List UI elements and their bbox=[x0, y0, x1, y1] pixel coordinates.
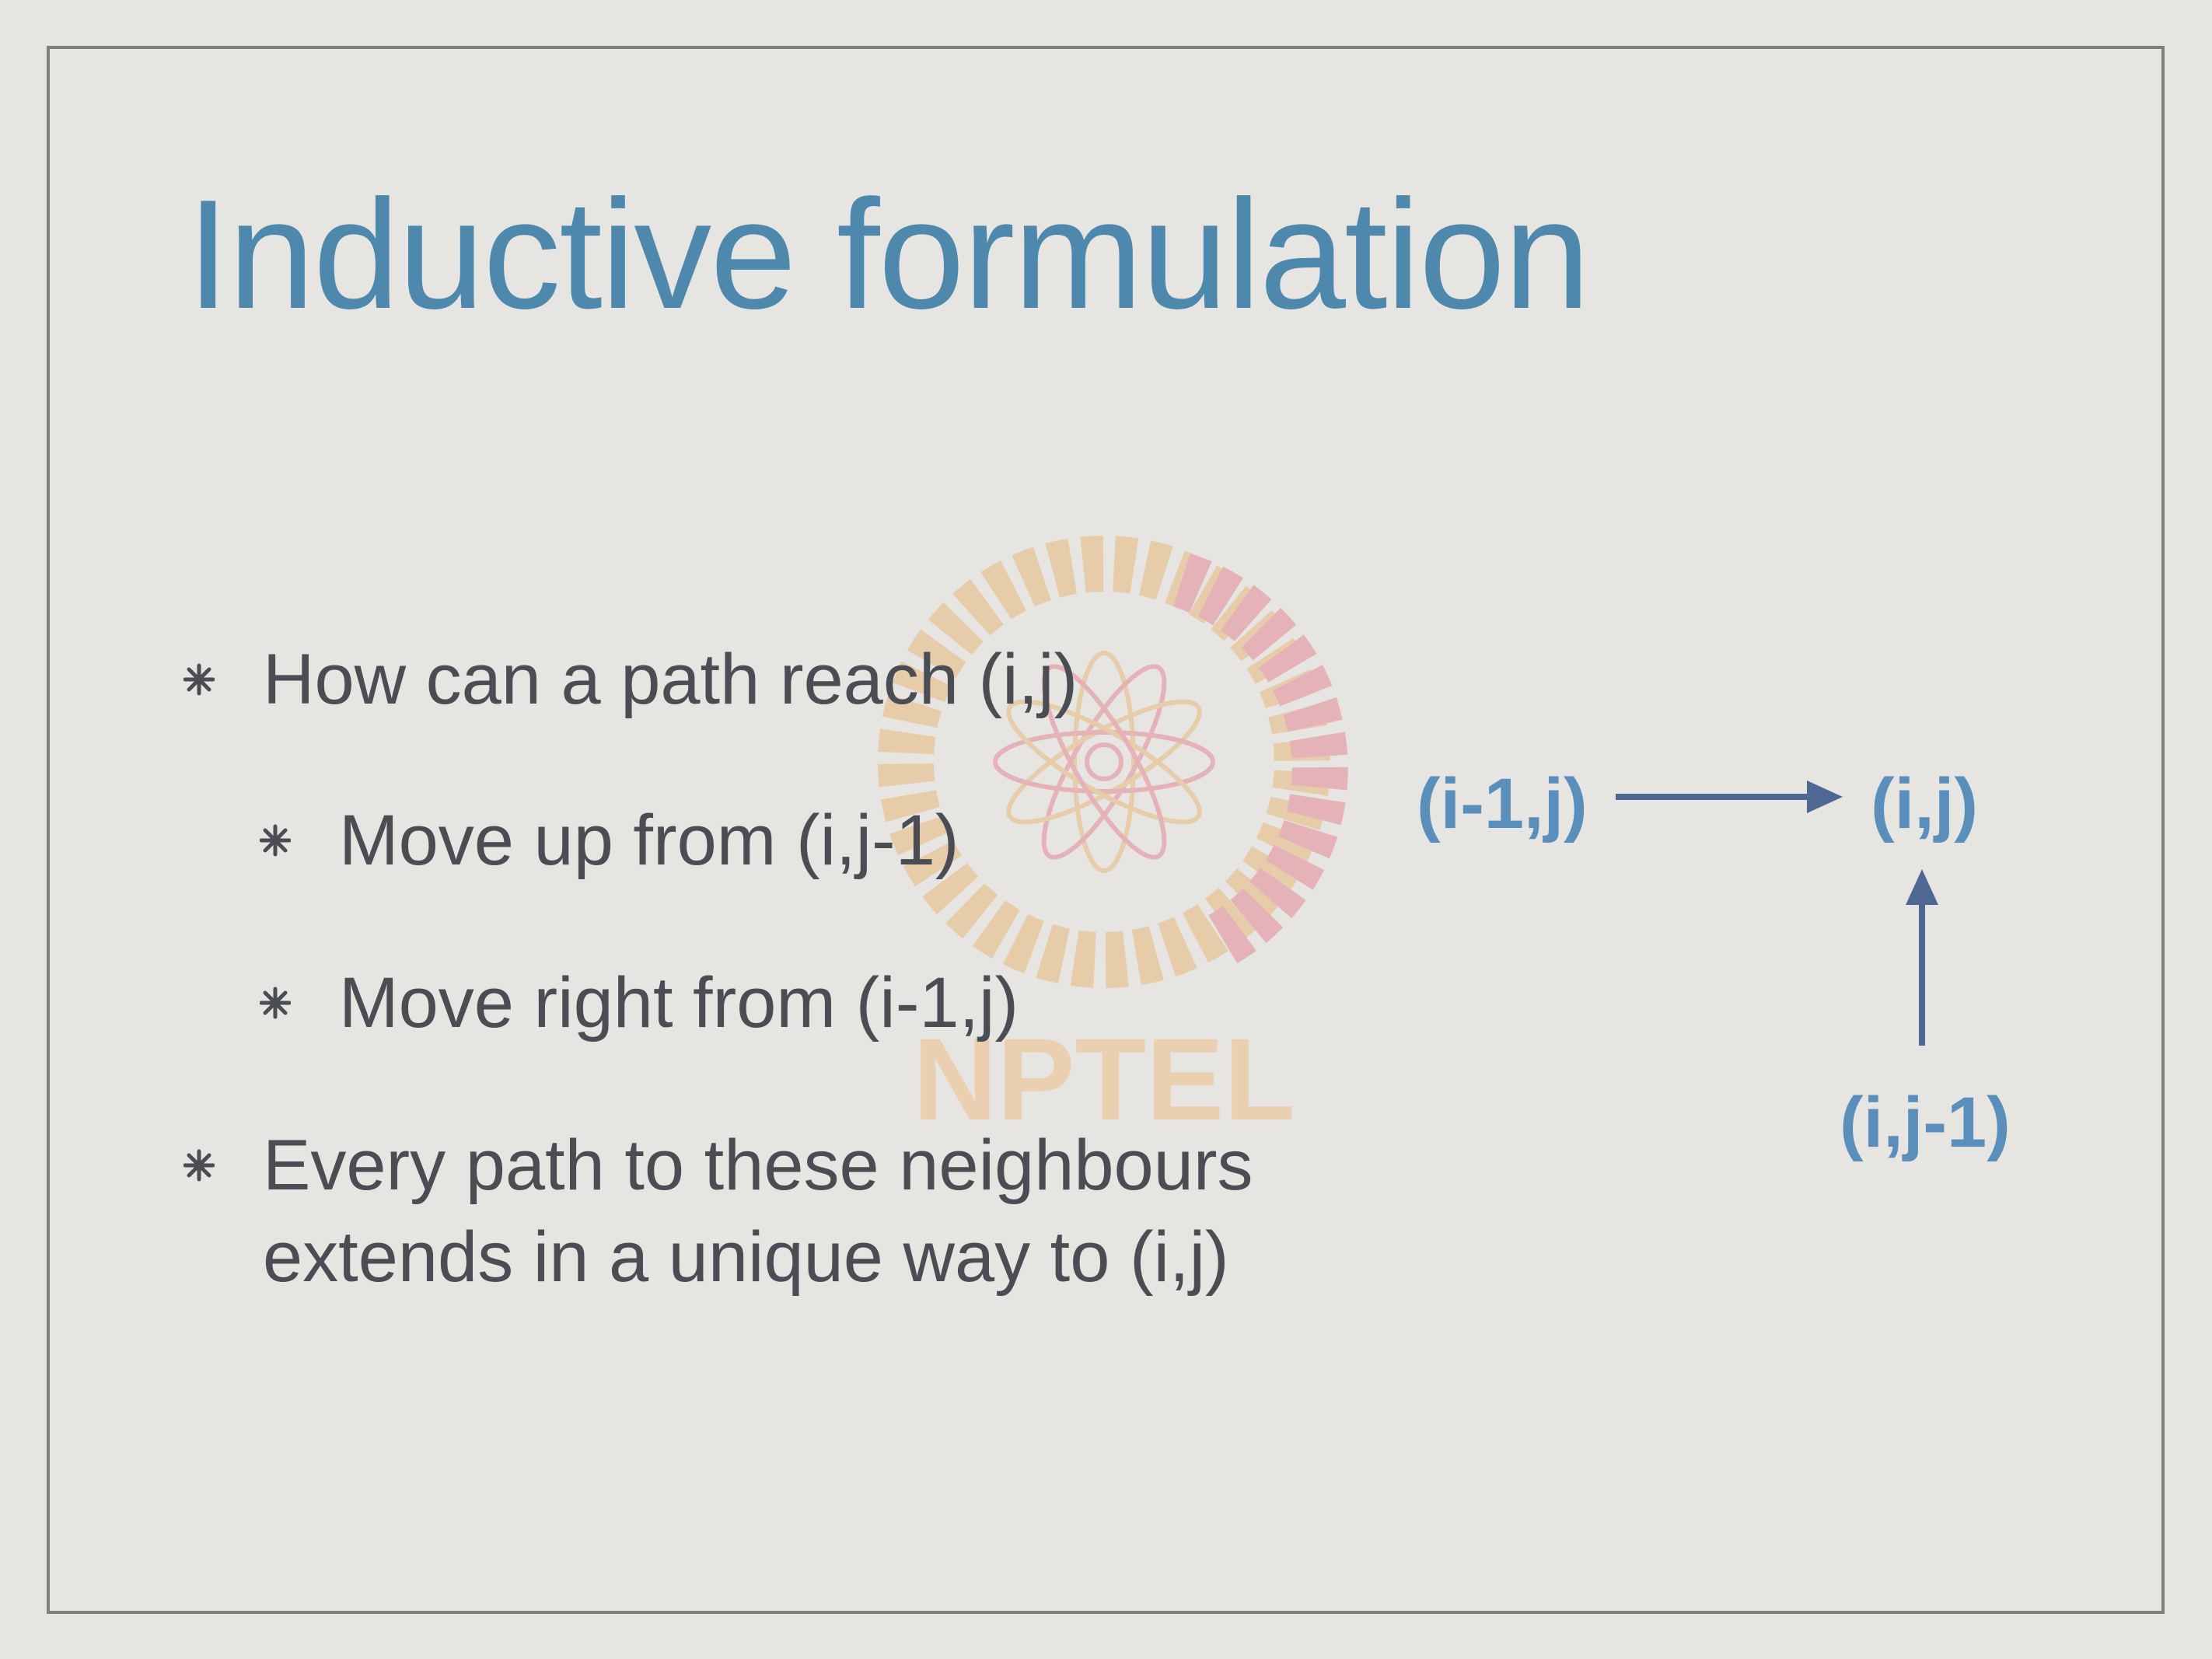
arrow-up bbox=[1906, 869, 1938, 1046]
arrow-right bbox=[1616, 781, 1843, 813]
diagram-arrows bbox=[1616, 781, 1938, 1046]
